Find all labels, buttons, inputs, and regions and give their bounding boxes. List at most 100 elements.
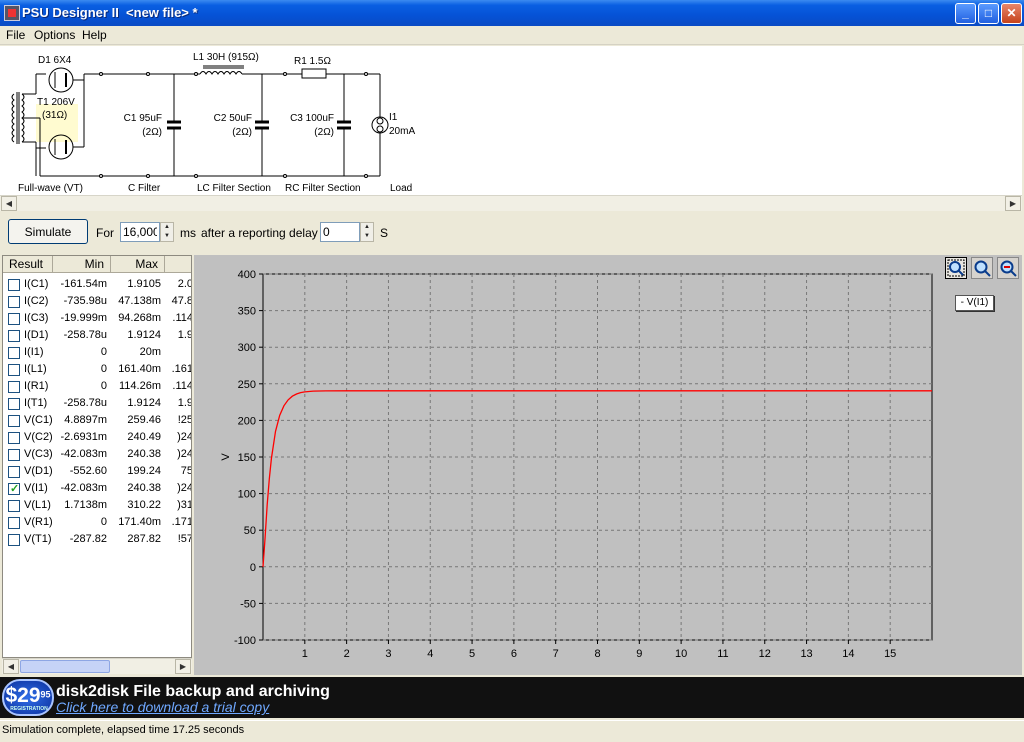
result-min: -42.083m (60, 448, 107, 460)
header-min[interactable]: Min (53, 256, 111, 273)
zoom-out-icon[interactable] (997, 257, 1019, 279)
c1-value: C1 95uF (123, 113, 162, 124)
results-table[interactable]: Result Min Max I(C1) -161.54m 1.9105 2.0 I(C… (2, 255, 192, 658)
result-checkbox[interactable] (8, 381, 20, 393)
c3-esr: (2Ω) (314, 127, 334, 138)
chart-legend[interactable]: - V(I1) (955, 295, 994, 311)
y-tick-label: 400 (238, 269, 256, 281)
circuit-schematic[interactable]: D1 6X4 T1 206V (31Ω) L1 30H (915Ω) R1 1.… (0, 46, 1022, 195)
zoom-area-icon[interactable] (945, 257, 967, 279)
section-load: Load (390, 183, 413, 194)
result-min: -19.999m (60, 312, 107, 324)
title-bar[interactable]: PSU Designer II <new file> * _ □ ✕ (0, 0, 1024, 26)
result-row[interactable]: V(C1) 4.8897m 259.46 25! (3, 412, 191, 429)
d1-label[interactable]: D1 6X4 (38, 55, 71, 66)
x-tick-label: 1 (302, 648, 308, 660)
menu-file[interactable]: File (6, 28, 25, 42)
banner-download-link[interactable]: Click here to download a trial copy (56, 699, 269, 715)
results-scrollbar[interactable]: ◀ ▶ (2, 658, 192, 674)
delay-input[interactable] (320, 222, 360, 242)
result-row[interactable]: V(D1) -552.60 199.24 75 (3, 463, 191, 480)
y-tick-label: 150 (238, 452, 256, 464)
result-min: 0 (100, 346, 107, 358)
result-checkbox[interactable] (8, 296, 20, 308)
y-tick-label: 300 (238, 342, 256, 354)
result-min: -161.54m (60, 278, 107, 290)
result-max: 20m (139, 346, 161, 358)
minimize-button[interactable]: _ (955, 3, 976, 24)
c3-label[interactable]: C3 100uF (2Ω) (276, 112, 334, 140)
result-row[interactable]: I(T1) -258.78u 1.9124 1.9 (3, 395, 192, 412)
result-min: -42.083m (60, 482, 107, 494)
result-checkbox[interactable] (8, 449, 20, 461)
results-scroll-left[interactable]: ◀ (3, 659, 19, 674)
result-checkbox[interactable] (8, 517, 20, 529)
circuit-scrollbar[interactable]: ◀ ▶ (0, 195, 1022, 211)
x-tick-label: 10 (675, 648, 687, 660)
scroll-left-arrow[interactable]: ◀ (1, 196, 17, 211)
result-row[interactable]: V(T1) -287.82 287.82 57! (3, 531, 191, 548)
result-row[interactable]: V(C2) -2.6931m 240.49 24( (3, 429, 191, 446)
result-checkbox[interactable] (8, 482, 20, 495)
y-tick-label: -50 (240, 598, 256, 610)
i1-label[interactable]: I1 (389, 112, 397, 123)
result-checkbox[interactable] (8, 364, 20, 376)
result-row[interactable]: V(C3) -42.083m 240.38 24( (3, 446, 191, 463)
duration-input[interactable] (120, 222, 160, 242)
result-max: 1.9124 (127, 397, 161, 409)
scroll-right-arrow[interactable]: ▶ (1005, 196, 1021, 211)
result-row[interactable]: I(C2) -735.98u 47.138m 47.8 (3, 293, 191, 310)
menu-options[interactable]: Options (34, 28, 75, 42)
result-row[interactable]: I(L1) 0 161.40m 161. (3, 361, 191, 378)
t1-resistance: (31Ω) (42, 110, 68, 121)
result-max: 161.40m (118, 363, 161, 375)
result-checkbox[interactable] (8, 432, 20, 444)
result-checkbox[interactable] (8, 313, 20, 325)
header-extra[interactable] (165, 256, 191, 273)
zoom-in-icon[interactable] (971, 257, 993, 279)
result-max: 199.24 (127, 465, 161, 477)
x-tick-label: 6 (511, 648, 517, 660)
result-checkbox[interactable] (8, 279, 20, 291)
result-row[interactable]: I(D1) -258.78u 1.9124 1.9 (3, 327, 191, 344)
result-checkbox[interactable] (8, 415, 20, 427)
result-row[interactable]: V(L1) 1.7138m 310.22 31( (3, 497, 191, 514)
graph-panel[interactable]: 1 2 3 4 5 6 7 8 9 10 11 12 13 14 15 -100 -50 0 50 100 150 200… (194, 255, 1022, 675)
result-row[interactable]: I(R1) 0 114.26m 114. (3, 378, 191, 395)
c2-label[interactable]: C2 50uF (2Ω) (200, 112, 252, 140)
result-row[interactable]: I(I1) 0 20m (3, 344, 191, 361)
t1-label[interactable]: T1 206V (37, 97, 75, 108)
result-row[interactable]: I(C1) -161.54m 1.9105 2.0 (3, 276, 191, 293)
result-row[interactable]: V(I1)-42.083m240.3824( (3, 480, 191, 497)
result-extra: 1.9 (177, 397, 192, 409)
duration-spinner[interactable]: ▲ ▼ (160, 222, 174, 242)
app-icon[interactable] (4, 5, 20, 21)
x-tick-label: 14 (842, 648, 854, 660)
result-checkbox[interactable] (8, 330, 20, 342)
header-result[interactable]: Result (3, 256, 53, 273)
close-button[interactable]: ✕ (1001, 3, 1022, 24)
result-checkbox[interactable] (8, 534, 20, 546)
c1-label[interactable]: C1 95uF (2Ω) (112, 112, 162, 140)
maximize-button[interactable]: □ (978, 3, 999, 24)
results-scroll-thumb[interactable] (20, 660, 110, 673)
results-scroll-right[interactable]: ▶ (175, 659, 191, 674)
c2-esr: (2Ω) (232, 127, 252, 138)
l1-label[interactable]: L1 30H (915Ω) (193, 52, 259, 63)
result-checkbox[interactable] (8, 466, 20, 478)
result-row[interactable]: I(C3) -19.999m 94.268m 114. (3, 310, 191, 327)
r1-label[interactable]: R1 1.5Ω (294, 56, 331, 67)
result-checkbox[interactable] (8, 398, 20, 410)
result-name: I(I1) (24, 346, 44, 358)
simulate-button[interactable]: Simulate (8, 219, 88, 244)
delay-spinner[interactable]: ▲ ▼ (360, 222, 374, 242)
voltage-chart[interactable]: 1 2 3 4 5 6 7 8 9 10 11 12 13 14 15-100-50050100150200… (194, 255, 944, 675)
s-label: S (380, 226, 389, 240)
status-bar: Simulation complete, elapsed time 17.25 … (0, 720, 1024, 742)
menu-help[interactable]: Help (82, 28, 107, 42)
result-row[interactable]: V(R1) 0 171.40m 171. (3, 514, 191, 531)
result-checkbox[interactable] (8, 347, 20, 359)
result-checkbox[interactable] (8, 500, 20, 512)
price-badge[interactable]: $2995 REGISTRATION (2, 679, 54, 716)
header-max[interactable]: Max (111, 256, 165, 273)
